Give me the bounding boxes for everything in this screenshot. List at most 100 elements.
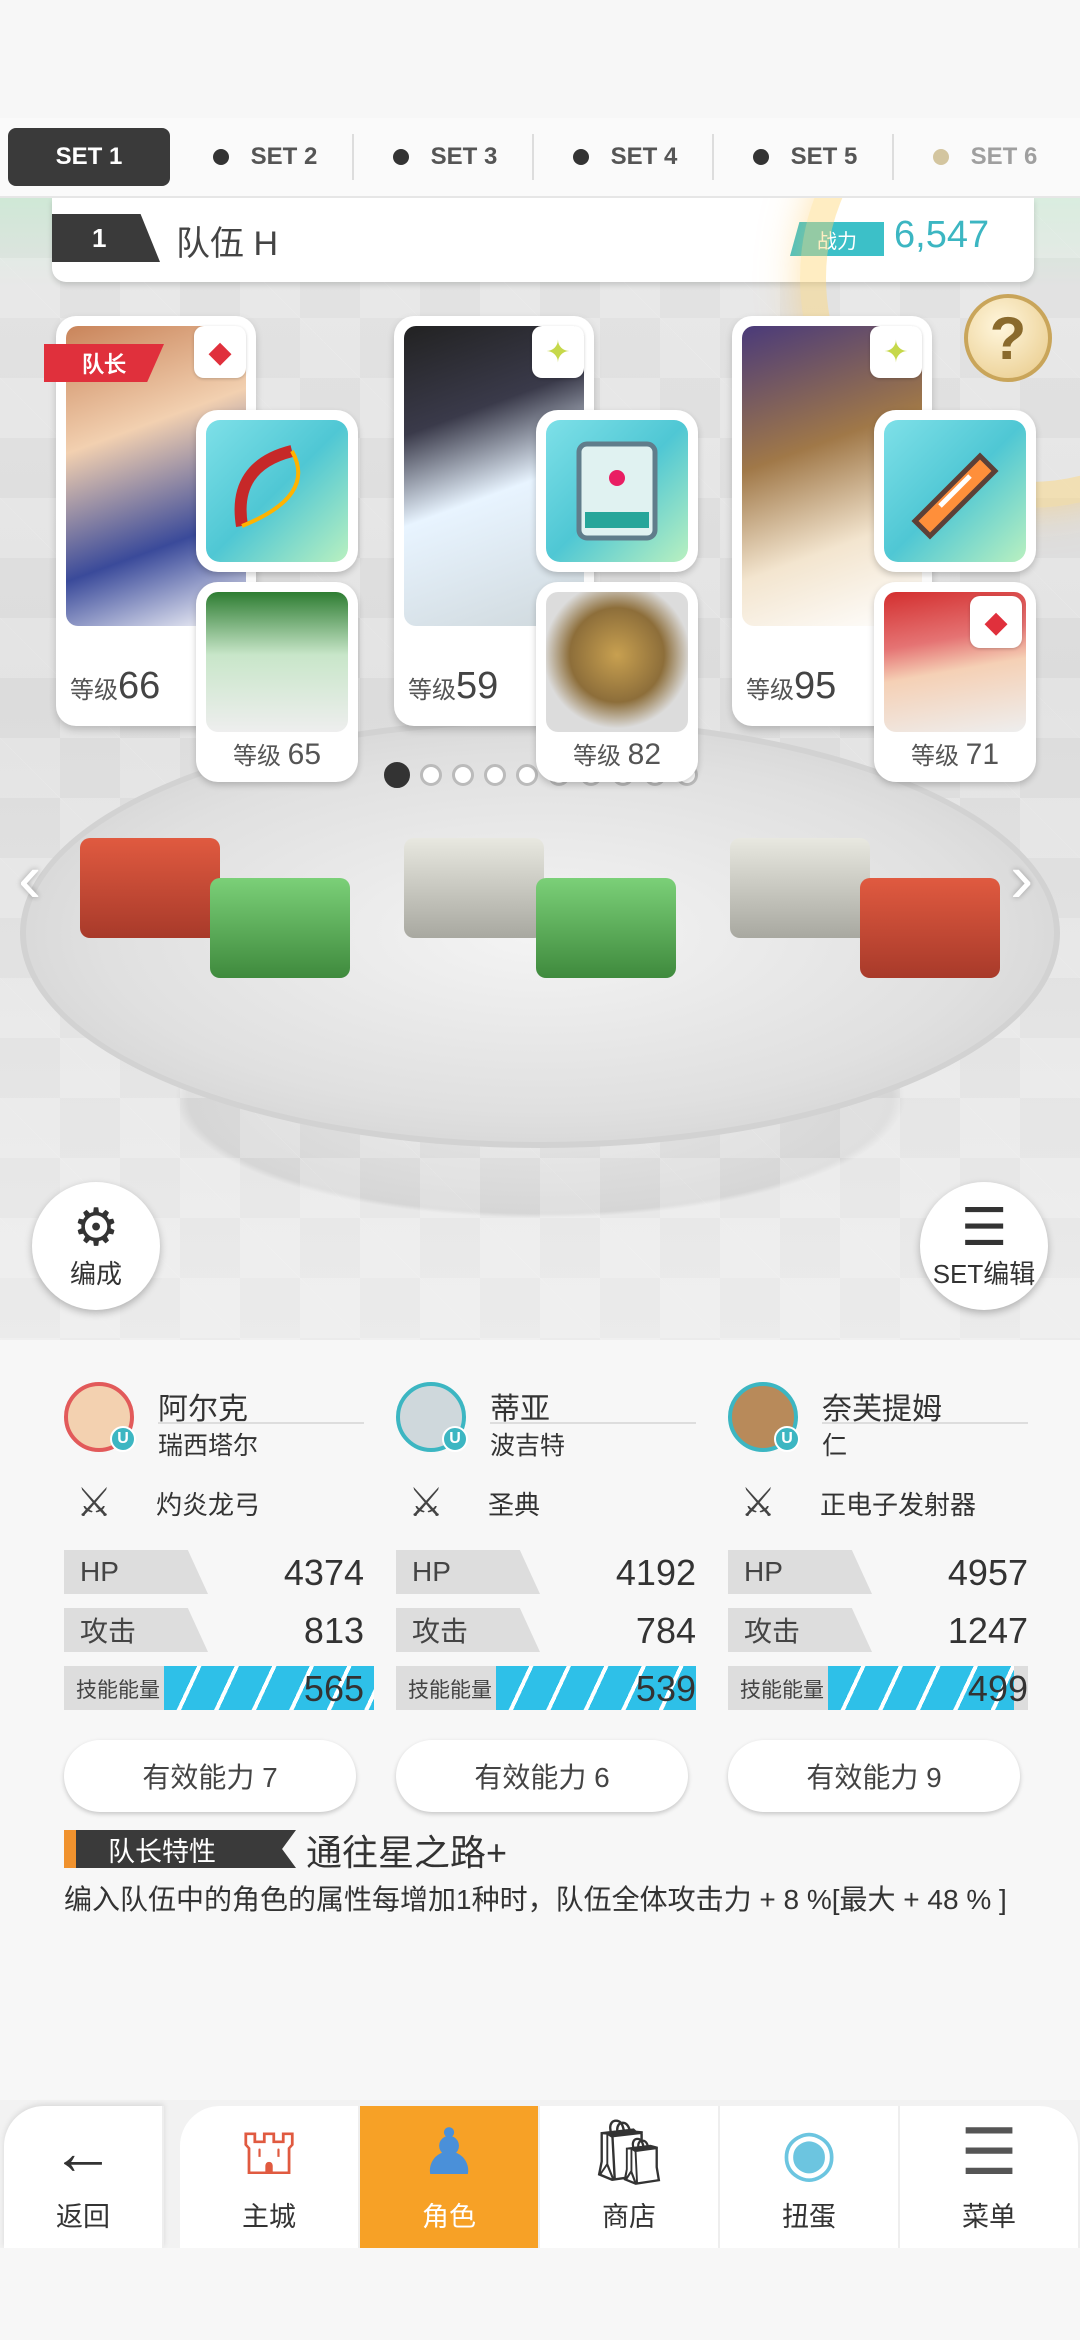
tab-divider [532,134,534,180]
pedestal-block [536,878,676,978]
question-icon[interactable]: ? [964,294,1052,382]
pedestal-block [860,878,1000,978]
team-scene: 1 队伍 H 战力 6,547 ? 队长 ◆ 等级66 等级 65 ✦ 等级59… [0,198,1080,1340]
character-header[interactable]: U 奈芙提姆 仁 [728,1382,1028,1462]
level-prefix: 等级 [910,743,959,770]
character-subname: 波吉特 [490,1432,566,1460]
leader-trait-tag: 队长特性 [64,1830,296,1868]
nav-character[interactable]: ♟ 角色 [360,2106,540,2248]
tab-label: SET 4 [610,143,678,170]
stat-label: HP [64,1550,208,1594]
energy-value: 499 [967,1668,1028,1709]
power-label: 战力 [790,222,884,256]
weapon-name: 灼炎龙弓 [156,1489,261,1520]
tab-divider [892,134,894,180]
weapon-slot-3[interactable] [874,410,1036,572]
nav-label: 返回 [56,2202,110,2232]
support-level: 等级 82 [536,736,698,772]
system-nav-area [0,2248,1080,2340]
nav-label: 商店 [602,2202,656,2232]
avatar: U [728,1382,800,1452]
leader-tag: 队长 [44,344,164,382]
support-card-3[interactable]: ◆ 等级 71 [874,582,1036,782]
character-header[interactable]: U 蒂亚 波吉特 [396,1382,696,1462]
leader-trait-name: 通往星之路+ [306,1832,508,1873]
stat-value: 784 [635,1610,696,1651]
nav-gacha[interactable]: ◉ 扭蛋 [720,2106,900,2248]
tab-dot-icon [392,149,409,165]
sparkle-icon: ✦ [532,326,584,378]
chevron-left-icon[interactable]: ‹ [18,838,41,918]
energy-label: 技能能量 [408,1679,492,1702]
nav-label: 主城 [242,2202,296,2232]
set-edit-button[interactable]: ☰ SET编辑 [920,1182,1048,1310]
nav-shop[interactable]: 🛍 商店 [540,2106,720,2248]
tab-set-1[interactable]: SET 1 [8,128,170,186]
level-value: 65 [287,738,322,771]
support-level: 等级 71 [874,736,1036,772]
tab-set-2[interactable]: SET 2 [180,128,354,186]
red-diamond-icon: ◆ [970,596,1022,648]
back-arrow-icon: ← [51,2116,115,2188]
tab-set-4[interactable]: SET 4 [540,128,714,186]
pedestal-block [80,838,220,938]
nav-label: 角色 [422,2202,476,2232]
tab-dot-icon [932,149,949,165]
hp-stat: HP 4374 [64,1550,364,1596]
support-portrait [206,592,348,732]
weapon-icon: ⚔ [76,1481,112,1525]
page-dot[interactable] [420,764,442,786]
support-level: 等级 65 [196,736,358,772]
level-value: 82 [627,738,662,771]
support-card-1[interactable]: 等级 65 [196,582,358,782]
tab-dot-icon [572,149,589,165]
weapon-slot-1[interactable] [196,410,358,572]
tab-set-6[interactable]: SET 6 [900,128,1070,186]
tab-dot-icon [752,149,769,165]
stat-value: 4374 [283,1552,364,1593]
energy-label: 技能能量 [76,1679,160,1702]
set-edit-label: SET编辑 [932,1258,1036,1289]
nav-label: 菜单 [962,2202,1016,2232]
avatar: U [396,1382,468,1452]
weapon-slot-2[interactable] [536,410,698,572]
page-dot[interactable] [384,762,410,788]
page-dot[interactable] [452,764,474,786]
support-card-2[interactable]: 等级 82 [536,582,698,782]
character-subname: 瑞西塔尔 [158,1432,259,1460]
chevron-right-icon[interactable]: › [1010,838,1033,918]
weapon-icon: ⚔ [740,1481,776,1525]
tab-set-5[interactable]: SET 5 [720,128,894,186]
castle-icon: ⛫ [239,2116,299,2188]
level-value: 95 [794,665,837,707]
pedestal-block [210,878,350,978]
weapon-row: ⚔ 正电子发射器 [728,1468,1028,1538]
back-button[interactable]: ← 返回 [4,2106,164,2248]
blaster-icon [884,420,1026,562]
weapon-name: 圣典 [488,1489,541,1520]
tab-label: SET 3 [430,143,498,170]
page-dot[interactable] [516,764,538,786]
nav-menu[interactable]: ☰ 菜单 [900,2106,1080,2248]
divider [158,1422,364,1424]
bow-icon [206,420,348,562]
weapon-icon: ⚔ [408,1481,444,1525]
level-prefix: 等级 [232,743,281,770]
edit-formation-button[interactable]: ⚙ 编成 [32,1182,160,1310]
stat-value: 813 [303,1610,364,1651]
ability-button[interactable]: 有效能力 6 [396,1740,688,1812]
sparkle-icon: ✦ [870,326,922,378]
tab-label: SET 2 [250,143,318,170]
page-dot[interactable] [484,764,506,786]
ability-button[interactable]: 有效能力 9 [728,1740,1020,1812]
tab-set-3[interactable]: SET 3 [360,128,534,186]
level-value: 66 [118,665,161,707]
energy-value: 565 [303,1668,364,1709]
character-level: 等级66 [70,665,160,708]
character-icon: ♟ [420,2116,478,2188]
ability-button[interactable]: 有效能力 7 [64,1740,356,1812]
nav-castle[interactable]: ⛫ 主城 [180,2106,360,2248]
support-portrait [546,592,688,732]
team-header[interactable]: 1 队伍 H 战力 6,547 [52,198,1034,282]
character-header[interactable]: U 阿尔克 瑞西塔尔 [64,1382,364,1462]
